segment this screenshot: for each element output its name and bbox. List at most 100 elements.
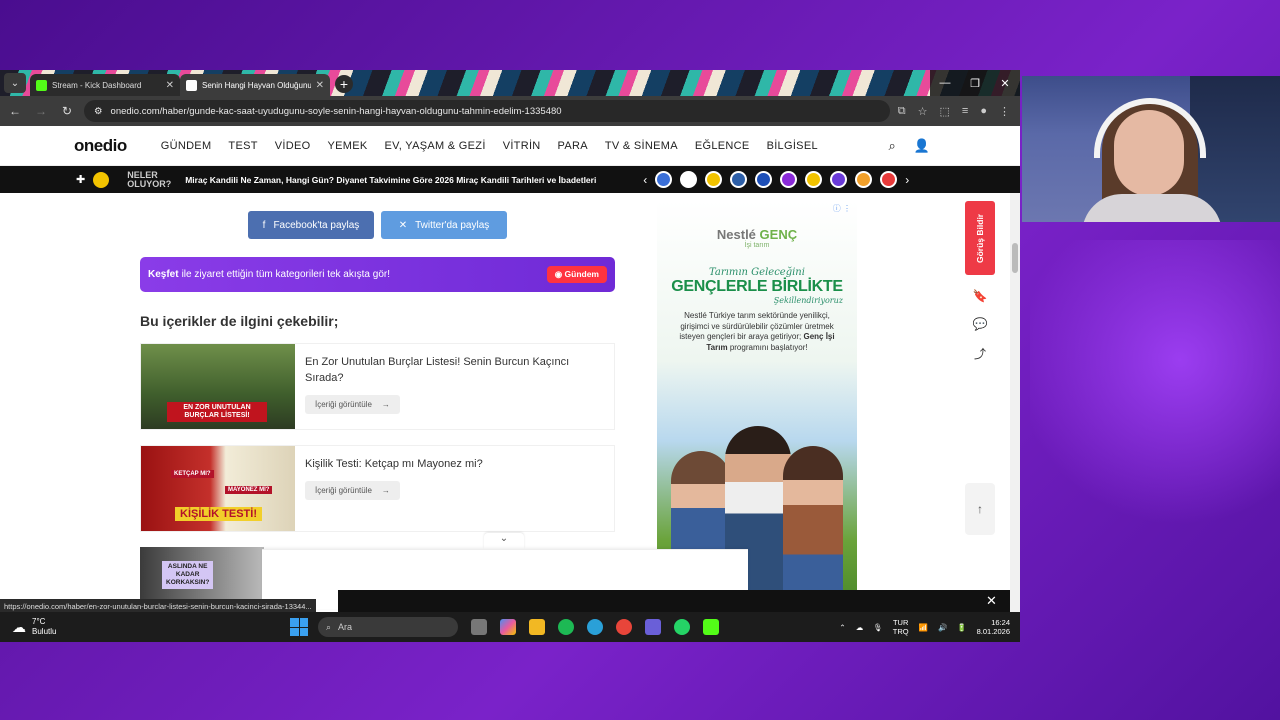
cloud-icon: ☁ [12, 619, 26, 635]
collapse-ad-button[interactable]: ⌄ [484, 533, 524, 549]
back-icon[interactable]: ← [6, 104, 24, 118]
thumb-caption: KİŞİLİK TESTİ! [175, 507, 262, 521]
url-input[interactable]: ⚙ onedio.com/haber/gunde-kac-saat-uyudug… [84, 100, 890, 122]
card-thumbnail[interactable]: KETÇAP MI? MAYONEZ Mİ? KİŞİLİK TESTİ! [141, 446, 295, 531]
nav-item[interactable]: VİTRİN [503, 140, 541, 152]
nav-item[interactable]: BİLGİSEL [767, 140, 818, 152]
nav-item[interactable]: YEMEK [327, 140, 367, 152]
windows-taskbar: ☁ 7°C Bulutlu ⌕ Ara ⌃ ☁ 🎙 TUR TRQ 📶 🔊 🔋 … [0, 612, 1020, 642]
start-icon[interactable] [290, 618, 308, 636]
chevron-up-icon[interactable]: ⌃ [839, 623, 845, 632]
story-icon[interactable] [680, 171, 698, 188]
spotify-icon[interactable] [558, 619, 574, 635]
story-icon[interactable] [730, 171, 748, 188]
related-card[interactable]: EN ZOR UNUTULAN BURÇLAR LİSTESİ! En Zor … [140, 343, 615, 430]
cloud-sync-icon[interactable]: ☁ [856, 623, 864, 632]
site-info-icon[interactable]: ⚙ [94, 106, 103, 117]
battery-icon[interactable]: 🔋 [957, 623, 966, 632]
close-window-icon[interactable]: ✕ [990, 70, 1020, 96]
story-icon[interactable] [880, 171, 898, 188]
language-indicator[interactable]: TUR TRQ [893, 618, 909, 636]
bookmark-add-icon[interactable]: 🔖 [973, 289, 988, 303]
view-content-button[interactable]: İçeriği görüntüle → [305, 481, 400, 500]
story-icon[interactable] [705, 171, 723, 188]
restore-icon[interactable]: ❐ [960, 70, 990, 96]
edge-icon[interactable] [587, 619, 603, 635]
kesfet-banner[interactable]: Keşfet ile ziyaret ettiğin tüm kategoril… [140, 257, 615, 292]
scrollbar-thumb[interactable] [1012, 243, 1018, 273]
install-app-icon[interactable]: ⧉ [898, 105, 906, 118]
copilot-icon[interactable] [500, 619, 516, 635]
story-icon[interactable] [780, 171, 798, 188]
close-tab-icon[interactable]: ✕ [166, 80, 174, 91]
facebook-icon: f [262, 219, 266, 231]
card-title[interactable]: Kişilik Testi: Ketçap mı Mayonez mi? [305, 456, 604, 472]
twitter-share-button[interactable]: ✕ Twitter'da paylaş [381, 211, 507, 239]
story-icon[interactable] [805, 171, 823, 188]
thumb-caption: EN ZOR UNUTULAN BURÇLAR LİSTESİ! [167, 402, 267, 422]
search-icon[interactable]: ⌕ [889, 138, 896, 154]
close-tab-icon[interactable]: ✕ [316, 80, 324, 91]
minimize-icon[interactable]: — [930, 70, 960, 96]
nestle-ad[interactable]: ⓘ ⋮ Nestlé GENÇ İşi tarım Tarımın Gelece… [657, 201, 857, 601]
task-view-icon[interactable] [471, 619, 487, 635]
site-logo[interactable]: onedio [74, 136, 127, 156]
site-header: onedio GÜNDEM TEST VİDEO YEMEK EV, YAŞAM… [0, 126, 1020, 166]
forward-icon[interactable]: → [32, 104, 50, 118]
comments-icon[interactable]: 💬 [973, 317, 988, 331]
extensions-icon[interactable]: ⬚ [940, 105, 950, 118]
close-ad-icon[interactable]: ✕ [986, 593, 997, 609]
view-content-button[interactable]: İçeriği görüntüle → [305, 395, 400, 414]
card-thumbnail[interactable]: EN ZOR UNUTULAN BURÇLAR LİSTESİ! [141, 344, 295, 429]
facebook-share-button[interactable]: f Facebook'ta paylaş [248, 211, 374, 239]
feedback-button[interactable]: Görüş Bildir [965, 201, 995, 275]
obs-icon[interactable] [703, 619, 719, 635]
new-tab-button[interactable]: + [335, 75, 353, 93]
clock[interactable]: 16:24 8.01.2026 [977, 618, 1010, 636]
clock-date: 8.01.2026 [976, 627, 1010, 636]
title-bar: ⌄ Stream - Kick Dashboard ✕ Senin Hangi … [0, 70, 1020, 96]
gundem-button[interactable]: ◉ Gündem [546, 266, 607, 283]
scroll-to-top-button[interactable]: ↑ [965, 483, 995, 535]
media-icon[interactable]: ≡ [962, 105, 968, 118]
bookmark-star-icon[interactable]: ☆ [918, 105, 928, 118]
webcam-person-body [1082, 194, 1222, 222]
nav-item[interactable]: GÜNDEM [161, 140, 212, 152]
story-icon[interactable] [655, 171, 673, 188]
nav-item[interactable]: VİDEO [275, 140, 311, 152]
nav-item[interactable]: EV, YAŞAM & GEZİ [384, 140, 485, 152]
story-icon[interactable] [830, 171, 848, 188]
page-scrollbar[interactable] [1010, 193, 1020, 642]
chevron-right-icon[interactable]: › [905, 173, 909, 187]
nav-item[interactable]: PARA [558, 140, 588, 152]
tab-search-button[interactable]: ⌄ [4, 73, 26, 93]
weather-widget[interactable]: ☁ 7°C Bulutlu [0, 617, 290, 637]
mic-icon[interactable]: 🎙 [873, 623, 883, 632]
tab-onedio[interactable]: Senin Hangi Hayvan Olduğunu ✕ [180, 74, 330, 96]
user-icon[interactable]: 👤 [914, 138, 930, 154]
chevron-left-icon[interactable]: ‹ [643, 173, 647, 187]
nav-item[interactable]: TEST [228, 140, 257, 152]
menu-icon[interactable]: ⋮ [999, 105, 1010, 118]
volume-icon[interactable]: 🔊 [938, 623, 947, 632]
ticker-headline[interactable]: Miraç Kandili Ne Zaman, Hangi Gün? Diyan… [185, 175, 635, 185]
whatsapp-icon[interactable] [674, 619, 690, 635]
lang-line2: TRQ [892, 627, 909, 636]
chrome-icon[interactable] [616, 619, 632, 635]
grid-icon[interactable]: ✚ [76, 173, 85, 186]
teams-icon[interactable] [645, 619, 661, 635]
wifi-icon[interactable]: 📶 [919, 623, 928, 632]
story-icon[interactable] [755, 171, 773, 188]
related-card[interactable]: KETÇAP MI? MAYONEZ Mİ? KİŞİLİK TESTİ! Ki… [140, 445, 615, 532]
profile-icon[interactable]: ● [980, 105, 987, 118]
taskbar-search[interactable]: ⌕ Ara [318, 617, 458, 637]
nav-item[interactable]: EĞLENCE [695, 140, 750, 152]
ad-info-icon[interactable]: ⓘ ⋮ [833, 203, 851, 214]
nav-item[interactable]: TV & SİNEMA [605, 140, 678, 152]
story-icon[interactable] [855, 171, 873, 188]
card-title[interactable]: En Zor Unutulan Burçlar Listesi! Senin B… [305, 354, 604, 386]
share-icon[interactable]: ⤴ [974, 345, 986, 362]
file-explorer-icon[interactable] [529, 619, 545, 635]
tab-kick-dashboard[interactable]: Stream - Kick Dashboard ✕ [30, 74, 180, 96]
reload-icon[interactable]: ↻ [58, 104, 76, 118]
